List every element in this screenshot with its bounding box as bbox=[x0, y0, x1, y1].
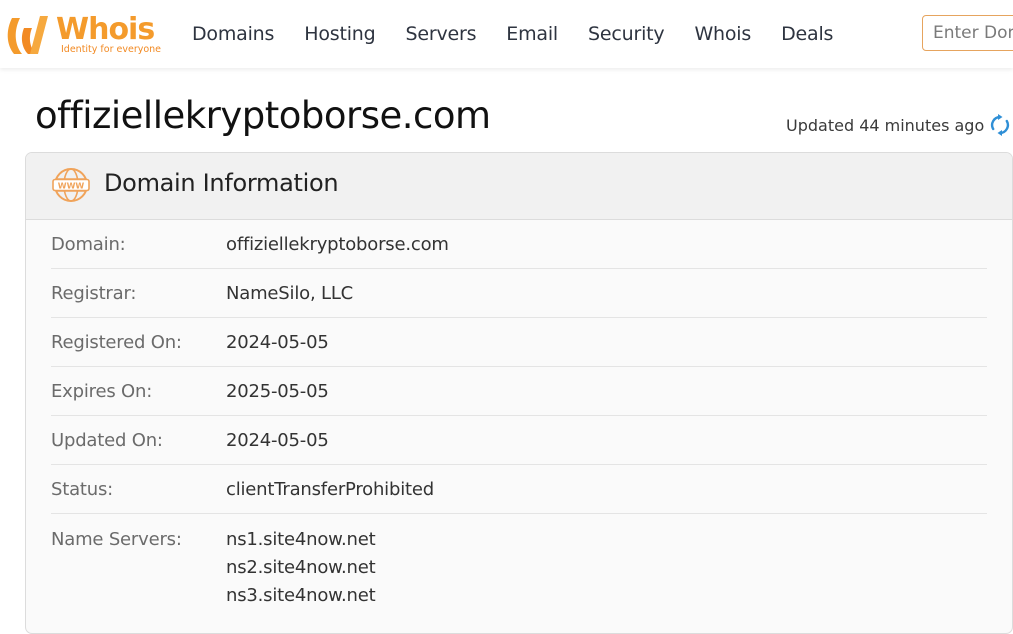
info-label: Status: bbox=[51, 478, 114, 500]
info-label: Registered On: bbox=[51, 331, 182, 353]
updated-status: Updated 44 minutes ago bbox=[786, 114, 1010, 136]
nav-item-deals[interactable]: Deals bbox=[766, 23, 848, 45]
info-label: Domain: bbox=[51, 233, 126, 255]
info-label: Expires On: bbox=[51, 380, 153, 402]
nav-item-whois[interactable]: Whois bbox=[679, 23, 766, 45]
info-label: Registrar: bbox=[51, 282, 137, 304]
info-row-registered-on: Registered On: 2024-05-05 bbox=[51, 318, 987, 367]
card-title: Domain Information bbox=[104, 169, 339, 197]
info-row-domain: Domain: offiziellekryptoborse.com bbox=[51, 220, 987, 269]
info-value: 2024-05-05 bbox=[226, 331, 329, 353]
nav-item-domains[interactable]: Domains bbox=[177, 23, 289, 45]
nav-item-email[interactable]: Email bbox=[491, 23, 573, 45]
name-server: ns3.site4now.net bbox=[226, 585, 376, 606]
main-nav: Domains Hosting Servers Email Security W… bbox=[177, 0, 848, 68]
page-title: offiziellekryptoborse.com bbox=[35, 94, 491, 137]
nav-item-servers[interactable]: Servers bbox=[390, 23, 491, 45]
info-row-registrar: Registrar: NameSilo, LLC bbox=[51, 269, 987, 318]
info-row-expires-on: Expires On: 2025-05-05 bbox=[51, 367, 987, 416]
whois-logo-icon bbox=[7, 16, 48, 54]
updated-text: Updated 44 minutes ago bbox=[786, 115, 985, 135]
info-row-name-servers: Name Servers: ns1.site4now.net ns2.site4… bbox=[51, 514, 987, 610]
svg-text:WWW: WWW bbox=[58, 181, 85, 190]
name-server: ns2.site4now.net bbox=[226, 557, 376, 578]
card-header: WWW Domain Information bbox=[26, 153, 1012, 220]
whois-logo[interactable]: Whois Identity for everyone bbox=[4, 12, 164, 58]
name-server-list: ns1.site4now.net ns2.site4now.net ns3.si… bbox=[226, 526, 376, 610]
info-row-updated-on: Updated On: 2024-05-05 bbox=[51, 416, 987, 465]
info-value: offiziellekryptoborse.com bbox=[226, 233, 449, 255]
domain-info-card: WWW Domain Information Domain: offiziell… bbox=[25, 152, 1013, 634]
brand-name: Whois bbox=[56, 12, 155, 47]
info-value: NameSilo, LLC bbox=[226, 282, 354, 304]
info-value: clientTransferProhibited bbox=[226, 478, 434, 500]
refresh-icon[interactable] bbox=[990, 114, 1010, 136]
nav-item-security[interactable]: Security bbox=[573, 23, 679, 45]
name-server: ns1.site4now.net bbox=[226, 529, 376, 550]
info-label: Updated On: bbox=[51, 429, 163, 451]
info-row-status: Status: clientTransferProhibited bbox=[51, 465, 987, 514]
info-value: 2025-05-05 bbox=[226, 380, 329, 402]
nav-item-hosting[interactable]: Hosting bbox=[289, 23, 390, 45]
domain-search-input[interactable] bbox=[922, 15, 1013, 51]
brand-tagline: Identity for everyone bbox=[61, 44, 162, 55]
info-label: Name Servers: bbox=[51, 529, 182, 550]
domain-info-list: Domain: offiziellekryptoborse.com Regist… bbox=[51, 220, 987, 610]
info-value: 2024-05-05 bbox=[226, 429, 329, 451]
www-icon: WWW bbox=[52, 168, 90, 202]
site-header: Whois Identity for everyone Domains Host… bbox=[0, 0, 1013, 68]
